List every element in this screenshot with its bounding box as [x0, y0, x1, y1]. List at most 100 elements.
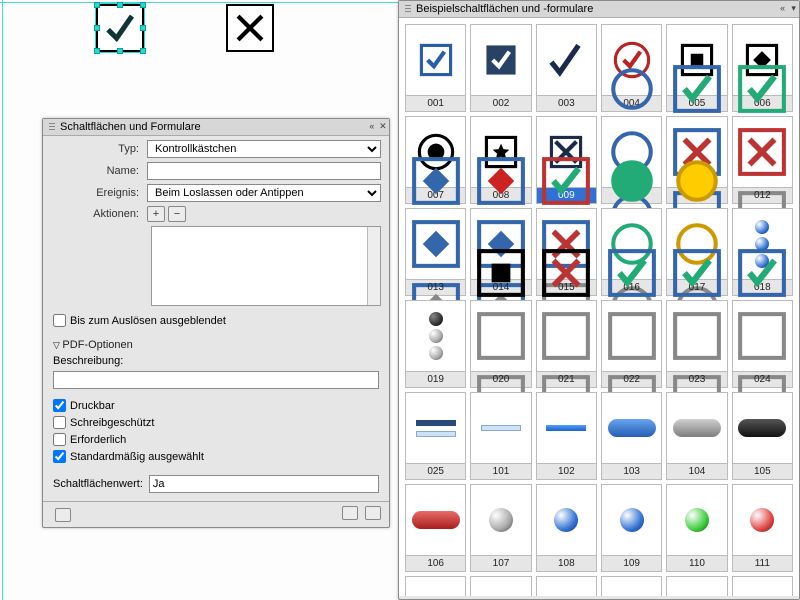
- sample-thumb: [406, 209, 465, 279]
- sample-cell-012[interactable]: 012: [732, 116, 793, 204]
- sample-caption: 110: [667, 555, 726, 571]
- sample-cell-101[interactable]: 101: [470, 392, 531, 480]
- sample-caption: 019: [406, 371, 465, 387]
- sample-thumb: [733, 393, 792, 463]
- description-label: Beschreibung:: [53, 355, 379, 367]
- sample-cell-013[interactable]: 013: [405, 208, 466, 296]
- type-label: Typ:: [51, 143, 147, 155]
- sample-thumb: [537, 577, 596, 596]
- readonly-checkbox[interactable]: Schreibgeschützt: [53, 416, 216, 429]
- sample-cell-106[interactable]: 106: [405, 484, 466, 572]
- sample-caption: 101: [471, 463, 530, 479]
- sample-caption: 107: [471, 555, 530, 571]
- grip-icon: [405, 5, 411, 14]
- sample-cell-111[interactable]: 111: [732, 484, 793, 572]
- sample-caption: 105: [733, 463, 792, 479]
- name-label: Name:: [51, 165, 147, 177]
- sample-thumb: [733, 117, 792, 187]
- sample-thumb: [733, 301, 792, 371]
- sample-cell-113[interactable]: 113: [470, 576, 531, 596]
- remove-action-button[interactable]: −: [168, 206, 186, 222]
- sample-cell-102[interactable]: 102: [536, 392, 597, 480]
- sample-cell-114[interactable]: 114: [536, 576, 597, 596]
- sample-caption: 106: [406, 555, 465, 571]
- sample-caption: 103: [602, 463, 661, 479]
- actions-list[interactable]: [151, 226, 381, 306]
- sample-cell-110[interactable]: 110: [666, 484, 727, 572]
- scrollbar[interactable]: [367, 227, 380, 305]
- sample-caption: 025: [406, 463, 465, 479]
- default-selected-checkbox[interactable]: Standardmäßig ausgewählt: [53, 450, 216, 463]
- sample-thumb: [406, 301, 465, 371]
- sample-thumb: [406, 25, 465, 95]
- panel-close-icon[interactable]: ✕: [379, 121, 387, 132]
- sample-cell-002[interactable]: 002: [470, 24, 531, 112]
- hidden-until-trigger-checkbox[interactable]: Bis zum Auslösen ausgeblendet: [53, 314, 226, 327]
- trash-icon[interactable]: [365, 506, 381, 520]
- sample-thumb: [667, 393, 726, 463]
- sample-cell-025[interactable]: 025: [405, 392, 466, 480]
- sample-thumb: [667, 301, 726, 371]
- sample-caption: 002: [471, 95, 530, 111]
- sample-cell-022[interactable]: 022: [601, 300, 662, 388]
- sample-cell-112[interactable]: 112: [405, 576, 466, 596]
- sample-cell-107[interactable]: 107: [470, 484, 531, 572]
- sample-cell-020[interactable]: 020: [470, 300, 531, 388]
- event-select[interactable]: Beim Loslassen oder Antippen: [147, 184, 381, 202]
- sample-thumb: [471, 393, 530, 463]
- sample-thumb: [733, 485, 792, 555]
- sample-cell-116[interactable]: 116: [666, 576, 727, 596]
- panel-title-bar[interactable]: Schaltflächen und Formulare: [43, 119, 389, 136]
- sample-cell-103[interactable]: 103: [601, 392, 662, 480]
- panel-minimize-icon[interactable]: «: [369, 121, 374, 131]
- sample-cell-019[interactable]: 019: [405, 300, 466, 388]
- sample-cell-023[interactable]: 023: [666, 300, 727, 388]
- printable-checkbox[interactable]: Druckbar: [53, 399, 203, 412]
- name-input[interactable]: [147, 162, 381, 180]
- sample-cell-021[interactable]: 021: [536, 300, 597, 388]
- canvas-checkbox-cross[interactable]: [226, 4, 274, 52]
- description-input[interactable]: [53, 371, 379, 389]
- sample-thumb: [471, 301, 530, 371]
- panel-minimize-icon[interactable]: «: [780, 3, 785, 13]
- sample-cell-105[interactable]: 105: [732, 392, 793, 480]
- button-value-input[interactable]: [149, 475, 379, 493]
- sample-cell-108[interactable]: 108: [536, 484, 597, 572]
- panel-title-bar[interactable]: Beispielschaltflächen und -formulare: [399, 1, 799, 18]
- sample-cell-117[interactable]: 117: [732, 576, 793, 596]
- sample-thumb: [602, 577, 661, 596]
- sample-cell-109[interactable]: 109: [601, 484, 662, 572]
- buttons-and-forms-panel: « ✕ Schaltflächen und Formulare Typ:Kontr…: [42, 118, 390, 528]
- event-label: Ereignis:: [51, 187, 147, 199]
- sample-caption: 102: [537, 463, 596, 479]
- sample-caption: 003: [537, 95, 596, 111]
- sample-thumb: [733, 577, 792, 596]
- sample-thumb: [602, 393, 661, 463]
- sample-thumb: [406, 485, 465, 555]
- sample-caption: 001: [406, 95, 465, 111]
- sample-thumb: [667, 485, 726, 555]
- pdf-options-section[interactable]: PDF-Optionen: [53, 339, 379, 351]
- sample-caption: 109: [602, 555, 661, 571]
- sample-cell-104[interactable]: 104: [666, 392, 727, 480]
- preview-icon[interactable]: [55, 508, 71, 522]
- type-select[interactable]: Kontrollkästchen: [147, 140, 381, 158]
- sample-cell-003[interactable]: 003: [536, 24, 597, 112]
- required-checkbox[interactable]: Erforderlich: [53, 433, 203, 446]
- sample-thumb: [406, 393, 465, 463]
- grip-icon: [49, 123, 55, 132]
- canvas-checkbox-checked[interactable]: [96, 4, 144, 52]
- sample-thumb: [471, 25, 530, 95]
- sample-thumb: [471, 577, 530, 596]
- sample-thumb: [537, 25, 596, 95]
- convert-icon[interactable]: [342, 506, 358, 520]
- add-action-button[interactable]: +: [147, 206, 165, 222]
- sample-thumb: [537, 301, 596, 371]
- sample-thumb: [537, 393, 596, 463]
- panel-menu-icon[interactable]: ▾: [791, 3, 796, 14]
- sample-cell-001[interactable]: 001: [405, 24, 466, 112]
- sample-cell-115[interactable]: 115: [601, 576, 662, 596]
- panel-title: Schaltflächen und Formulare: [60, 121, 201, 133]
- sample-cell-024[interactable]: 024: [732, 300, 793, 388]
- actions-label: Aktionen:: [51, 208, 147, 220]
